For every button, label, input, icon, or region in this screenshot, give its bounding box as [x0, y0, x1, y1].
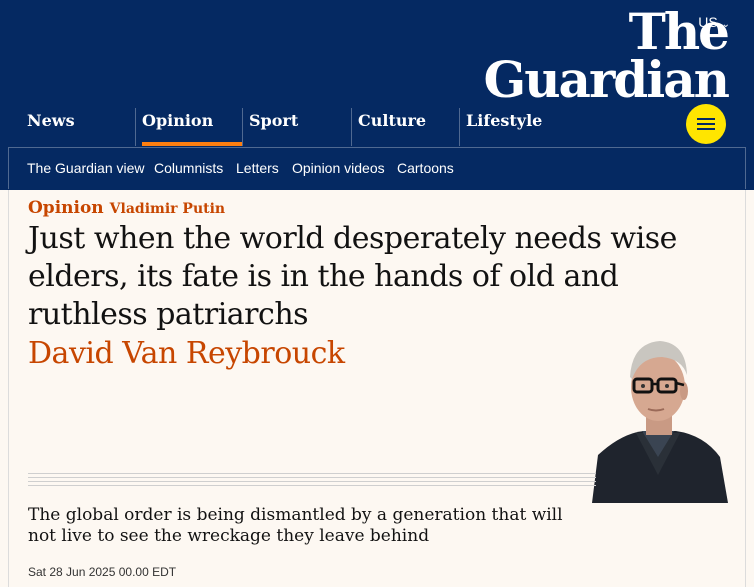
masthead: US ⌄ The Guardian News Opinion Sport Cul…: [0, 0, 754, 190]
pillar-opinion-label: Opinion: [142, 111, 214, 130]
author-byline[interactable]: David Van Reybrouck: [28, 336, 345, 371]
pillar-lifestyle-label: Lifestyle: [466, 111, 543, 130]
portrait-image: [592, 335, 728, 503]
pillar-lifestyle[interactable]: Lifestyle: [459, 108, 569, 146]
pillar-opinion[interactable]: Opinion: [135, 108, 242, 146]
pillar-culture-label: Culture: [358, 111, 427, 130]
publish-date[interactable]: Sat 28 Jun 2025 00.00 EDT: [28, 565, 176, 579]
menu-button[interactable]: [686, 104, 726, 144]
topic-link[interactable]: Vladimir Putin: [110, 201, 225, 217]
section-link[interactable]: Opinion: [28, 198, 104, 218]
logo-line-2: Guardian: [483, 50, 730, 109]
pillar-news[interactable]: News: [21, 108, 134, 146]
pillar-sport[interactable]: Sport: [242, 108, 350, 146]
pillar-news-label: News: [27, 111, 75, 130]
pillar-sport-label: Sport: [249, 111, 299, 130]
pillar-culture[interactable]: Culture: [351, 108, 459, 146]
subnav-letters[interactable]: Letters: [236, 160, 279, 176]
subnav-cartoons[interactable]: Cartoons: [397, 160, 454, 176]
article-kicker: Opinion Vladimir Putin: [28, 198, 225, 218]
opinion-subnav: The Guardian view Columnists Letters Opi…: [8, 147, 746, 189]
subnav-columnists[interactable]: Columnists: [154, 160, 223, 176]
pillar-nav: News Opinion Sport Culture Lifestyle: [0, 108, 754, 146]
divider-lines: [28, 473, 596, 489]
article-standfirst: The global order is being dismantled by …: [28, 505, 563, 546]
subnav-opinion-videos[interactable]: Opinion videos: [292, 160, 385, 176]
author-portrait: [592, 335, 728, 503]
logo-line-1: The: [628, 2, 730, 61]
article-headline: Just when the world desperately needs wi…: [28, 221, 677, 332]
subnav-guardian-view[interactable]: The Guardian view: [27, 160, 145, 176]
guardian-logo[interactable]: The Guardian: [483, 2, 730, 109]
